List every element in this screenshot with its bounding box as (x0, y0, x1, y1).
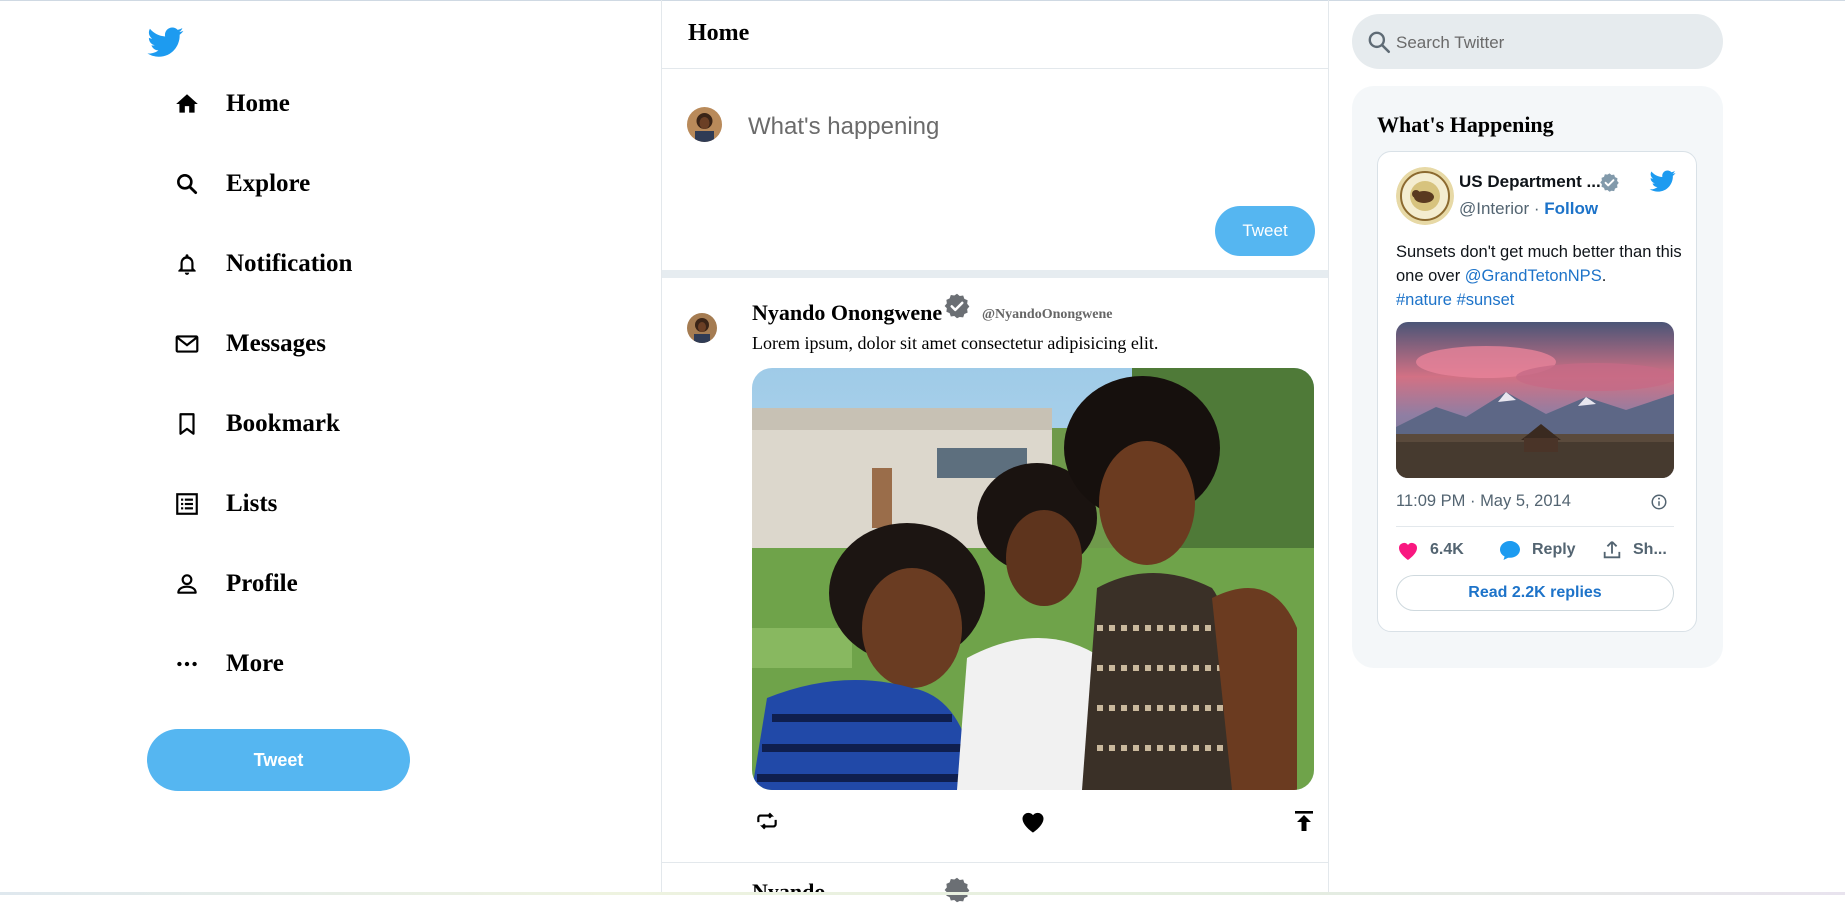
hashtag-link[interactable]: #sunset (1457, 291, 1515, 309)
card-photo[interactable] (1396, 322, 1674, 478)
share-upload-icon (1603, 541, 1621, 559)
card-tweet-text: Sunsets don't get much better than this … (1396, 243, 1682, 309)
card-divider (1396, 526, 1674, 527)
twitter-bird-icon[interactable] (146, 24, 186, 60)
page-title: Home (688, 20, 750, 46)
feed-separator (662, 270, 1328, 278)
reply-label: Reply (1532, 541, 1576, 558)
speech-bubble-icon (1500, 541, 1520, 560)
sidebar-item-lists[interactable]: Lists (172, 484, 277, 524)
share-button[interactable]: Sh... (1601, 536, 1667, 564)
hashtag-link[interactable]: #nature (1396, 291, 1452, 309)
sidebar-item-label: Profile (226, 570, 298, 597)
composer-avatar[interactable] (687, 107, 722, 142)
card-author-name[interactable]: US Department ... (1459, 172, 1601, 192)
sidebar-item-label: Lists (226, 490, 278, 517)
sidebar-item-messages[interactable]: Messages (172, 324, 326, 364)
info-icon[interactable] (1650, 493, 1668, 511)
sidebar-item-label: Messages (226, 330, 326, 357)
card-author-avatar[interactable] (1396, 167, 1454, 225)
composer-input[interactable] (746, 106, 1290, 148)
like-button[interactable]: 6.4K (1396, 536, 1464, 564)
post-photo[interactable] (752, 368, 1314, 790)
mail-icon (172, 329, 202, 359)
like-count: 6.4K (1430, 541, 1464, 558)
composer-tweet-button[interactable]: Tweet (1215, 206, 1315, 256)
card-timestamp[interactable]: 11:09 PM · May 5, 2014 (1396, 492, 1571, 511)
post-text: Lorem ipsum, dolor sit amet consectetur … (752, 333, 1159, 353)
whats-happening-panel: What's Happening US Department ... @Inte… (1352, 86, 1723, 668)
heart-icon (1399, 543, 1417, 560)
sidebar-tweet-button[interactable]: Tweet (147, 729, 410, 791)
heart-icon[interactable] (1018, 806, 1048, 836)
list-icon (172, 489, 202, 519)
sidebar-item-home[interactable]: Home (172, 84, 290, 124)
sidebar-item-label: Home (226, 90, 290, 117)
share-upload-icon[interactable] (1289, 806, 1319, 836)
reply-button[interactable]: Reply (1498, 536, 1576, 564)
home-icon (172, 89, 202, 119)
bookmark-icon (172, 409, 202, 439)
search-bar[interactable] (1352, 14, 1723, 71)
sidebar-item-label: Notification (226, 250, 353, 277)
home-feed: Home Tweet Nyando Onongwene @NyandoOnong… (661, 0, 1329, 903)
whats-happening-title: What's Happening (1377, 112, 1554, 137)
search-input[interactable] (1394, 14, 1708, 71)
embedded-tweet-card[interactable]: US Department ... @Interior · Follow Sun… (1377, 151, 1697, 632)
sidebar-item-bookmark[interactable]: Bookmark (172, 404, 340, 444)
sidebar-item-profile[interactable]: Profile (172, 564, 298, 604)
share-label: Sh... (1633, 541, 1667, 558)
sidebar-item-notification[interactable]: Notification (172, 244, 352, 284)
bell-icon (172, 249, 202, 279)
feed-header: Home (662, 0, 1328, 69)
post-divider (662, 862, 1328, 863)
verified-badge-icon (1600, 173, 1619, 192)
person-icon (172, 569, 202, 599)
mention-link[interactable]: @GrandTetonNPS (1465, 267, 1602, 285)
follow-link[interactable]: Follow (1544, 199, 1598, 218)
post-author-handle[interactable]: @NyandoOnongwene (982, 307, 1113, 323)
post-author-avatar[interactable] (687, 313, 717, 343)
sidebar-item-label: More (226, 650, 284, 677)
search-icon (1368, 31, 1391, 54)
post-author-name[interactable]: Nyando Onongwene (752, 300, 942, 326)
more-dots-icon (172, 649, 202, 679)
verified-badge-icon (944, 293, 970, 319)
sidebar-item-explore[interactable]: Explore (172, 164, 310, 204)
verified-badge-icon (944, 877, 970, 903)
sidebar-item-more[interactable]: More (172, 644, 284, 684)
read-replies-button[interactable]: Read 2.2K replies (1396, 575, 1674, 611)
sidebar-item-label: Explore (226, 170, 311, 197)
retweet-icon[interactable] (752, 806, 782, 836)
card-author-handle: @Interior · Follow (1459, 199, 1599, 218)
sidebar-item-label: Bookmark (226, 410, 340, 437)
search-icon (172, 169, 202, 199)
twitter-bird-icon[interactable] (1648, 168, 1678, 194)
